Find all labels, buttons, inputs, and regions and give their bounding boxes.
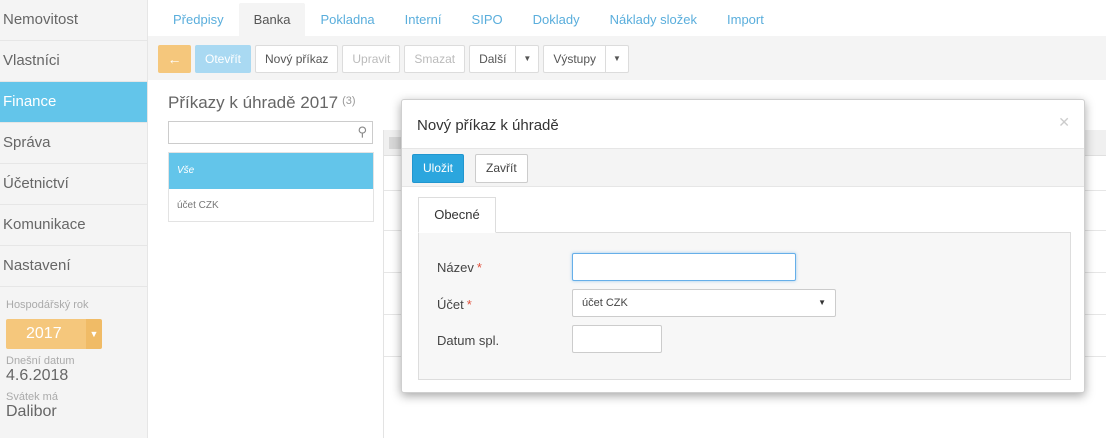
- page-title: Příkazy k úhradě 2017 (3): [168, 93, 356, 113]
- dialog-toolbar: Uložit Zavřít: [402, 148, 1084, 187]
- chevron-down-icon[interactable]: ▼: [818, 290, 826, 316]
- more-button[interactable]: Další: [469, 45, 517, 73]
- tab-predpisy[interactable]: Předpisy: [158, 3, 239, 36]
- list-search-input[interactable]: ⚲: [168, 121, 373, 144]
- tab-doklady[interactable]: Doklady: [518, 3, 595, 36]
- name-label-text: Název: [437, 260, 474, 275]
- name-field-label: Název *: [437, 260, 482, 275]
- holiday-value: Dalibor: [6, 403, 57, 420]
- section-tabs: Předpisy Banka Pokladna Interní SIPO Dok…: [158, 3, 779, 36]
- sidebar-item-finance[interactable]: Finance: [0, 82, 147, 123]
- fiscal-year-select[interactable]: 2017 ▼: [6, 319, 147, 349]
- tab-obecne[interactable]: Obecné: [418, 197, 496, 233]
- page-title-text: Příkazy k úhradě 2017: [168, 93, 339, 112]
- due-date-label: Datum spl.: [437, 333, 500, 348]
- sidebar-item-komunikace[interactable]: Komunikace: [0, 205, 147, 246]
- name-field[interactable]: [572, 253, 796, 281]
- due-date-field[interactable]: [572, 325, 662, 353]
- required-marker: *: [476, 260, 482, 275]
- list-item-all[interactable]: Vše: [169, 153, 373, 189]
- tab-naklady-slozek[interactable]: Náklady složek: [595, 3, 712, 36]
- outputs-button[interactable]: Výstupy: [543, 45, 607, 73]
- tab-import[interactable]: Import: [712, 3, 779, 36]
- account-list: Vše účet CZK: [168, 152, 374, 222]
- chevron-down-icon[interactable]: ▼: [606, 45, 629, 73]
- page-title-count: (3): [342, 95, 356, 107]
- sidebar-item-sprava[interactable]: Správa: [0, 123, 147, 164]
- account-select-value: účet CZK: [582, 297, 628, 309]
- new-order-button[interactable]: Nový příkaz: [255, 45, 339, 73]
- fiscal-year-value[interactable]: 2017: [6, 319, 86, 349]
- close-icon[interactable]: ✕: [1058, 114, 1070, 131]
- fiscal-year-label: Hospodářský rok: [6, 299, 89, 311]
- delete-button[interactable]: Smazat: [404, 45, 466, 73]
- more-dropdown[interactable]: Další ▼: [469, 45, 540, 73]
- sidebar-item-nemovitost[interactable]: Nemovitost: [0, 0, 147, 41]
- tab-banka[interactable]: Banka: [238, 3, 306, 36]
- sidebar-item-ucetnictvi[interactable]: Účetnictví: [0, 164, 147, 205]
- save-button[interactable]: Uložit: [412, 154, 465, 183]
- new-order-dialog: Nový příkaz k úhradě ✕ Uložit Zavřít Obe…: [401, 99, 1085, 393]
- tab-sipo[interactable]: SIPO: [457, 3, 518, 36]
- list-item-ucet-czk[interactable]: účet CZK: [169, 189, 373, 223]
- sidebar-item-nastaveni[interactable]: Nastavení: [0, 246, 147, 287]
- sidebar-info: Hospodářský rok 2017 ▼ Dnešní datum 4.6.…: [0, 287, 147, 421]
- account-field-label: Účet *: [437, 297, 472, 312]
- dialog-title: Nový příkaz k úhradě: [417, 117, 559, 134]
- chevron-down-icon[interactable]: ▼: [86, 319, 102, 349]
- account-label-text: Účet: [437, 297, 464, 312]
- chevron-down-icon[interactable]: ▼: [516, 45, 540, 73]
- general-tab-panel: Název * Účet * účet CZK ▼ Datum spl.: [418, 232, 1071, 380]
- search-icon[interactable]: ⚲: [357, 124, 367, 140]
- outputs-dropdown[interactable]: Výstupy ▼: [543, 45, 629, 73]
- toolbar: ← Otevřít Nový příkaz Upravit Smazat Dal…: [158, 45, 629, 73]
- open-button[interactable]: Otevřít: [195, 45, 252, 73]
- today-label: Dnešní datum: [6, 355, 75, 367]
- sidebar-item-vlastnici[interactable]: Vlastníci: [0, 41, 147, 82]
- close-button[interactable]: Zavřít: [475, 154, 528, 183]
- holiday-label: Svátek má: [6, 391, 58, 403]
- today-value: 4.6.2018: [6, 367, 69, 384]
- tab-interni[interactable]: Interní: [390, 3, 457, 36]
- edit-button[interactable]: Upravit: [342, 45, 401, 73]
- back-button[interactable]: ←: [158, 45, 191, 73]
- tab-pokladna[interactable]: Pokladna: [305, 3, 389, 36]
- account-select[interactable]: účet CZK ▼: [572, 289, 836, 317]
- sidebar: Nemovitost Vlastníci Finance Správa Účet…: [0, 0, 148, 438]
- select-all-checkbox[interactable]: [389, 137, 401, 149]
- required-marker: *: [466, 297, 472, 312]
- arrow-left-icon: ←: [167, 51, 182, 67]
